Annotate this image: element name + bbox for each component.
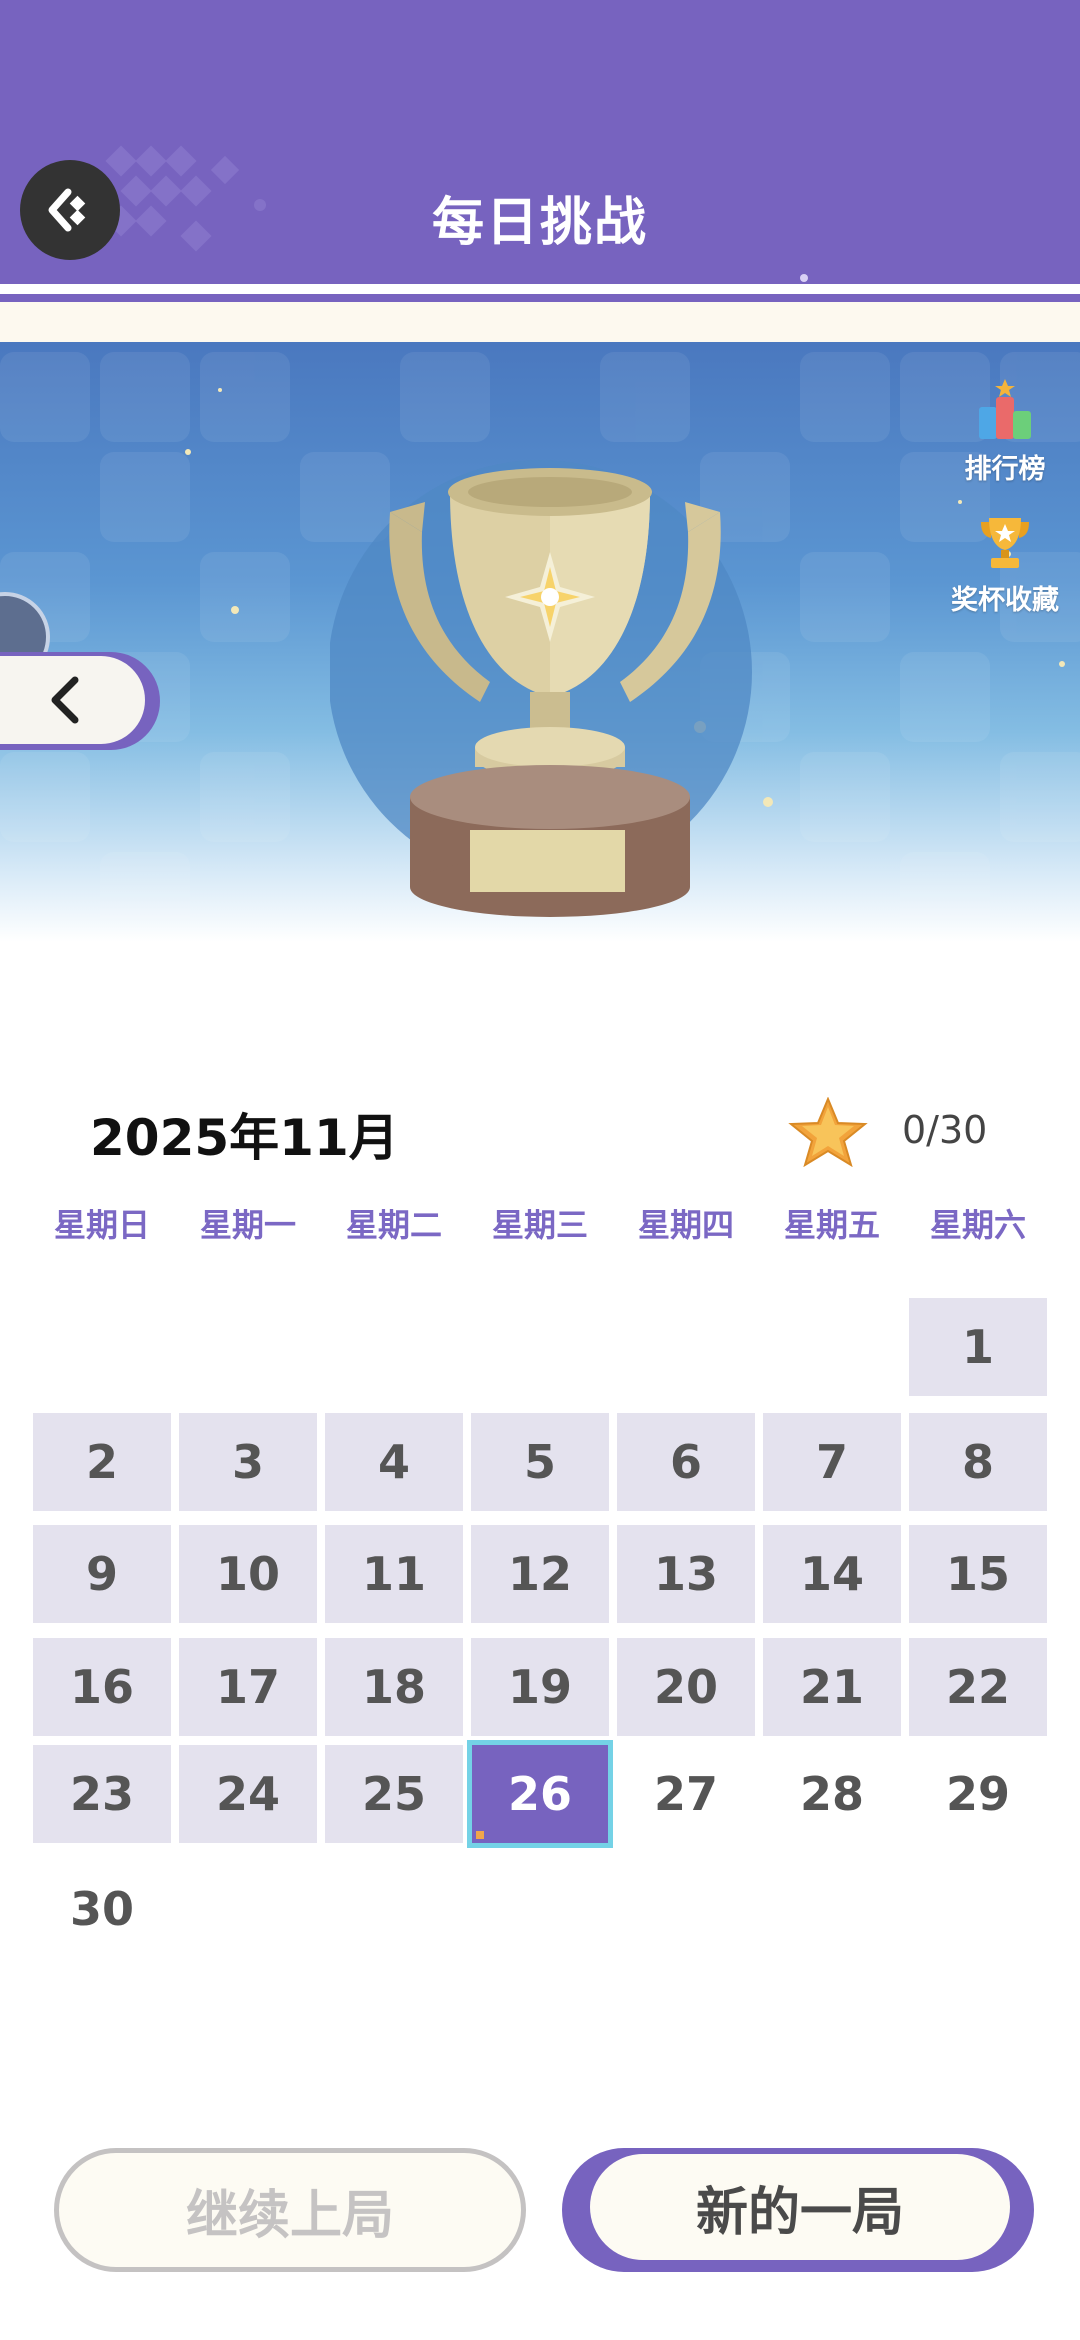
weekday-mon: 星期一 [199, 1206, 296, 1244]
chevron-left-icon [51, 676, 79, 724]
calendar-day[interactable]: 28 [763, 1745, 901, 1843]
weekday-wed: 星期三 [491, 1206, 588, 1244]
page-title: 每日挑战 [431, 193, 648, 253]
trophy-collection-label: 奖杯收藏 [951, 585, 1059, 616]
header-dot [800, 274, 808, 282]
calendar-day[interactable]: 13 [617, 1525, 755, 1623]
header-divider-accent [0, 294, 1080, 302]
calendar-day[interactable]: 14 [763, 1525, 901, 1623]
leaderboard-label: 排行榜 [964, 454, 1046, 485]
calendar-day[interactable]: 24 [179, 1745, 317, 1843]
calendar-day[interactable]: 17 [179, 1638, 317, 1736]
trophy-gold-icon [981, 518, 1029, 568]
trophy-banner: 排行榜 奖杯收藏 [0, 342, 1080, 942]
calendar-day[interactable]: 21 [763, 1638, 901, 1736]
star-icon [788, 1097, 868, 1167]
weekday-sun: 星期日 [53, 1206, 150, 1244]
leaderboard-icon [979, 379, 1031, 439]
trophy-illustration [330, 460, 752, 917]
calendar-day[interactable]: 29 [909, 1745, 1047, 1843]
continue-game-button[interactable]: 继续上局 [54, 2148, 526, 2272]
calendar-day[interactable]: 6 [617, 1413, 755, 1511]
prev-month-button-face [0, 656, 145, 744]
calendar-day[interactable]: 18 [325, 1638, 463, 1736]
trophy-collection-button[interactable]: 奖杯收藏 [940, 512, 1070, 617]
star-progress: 0/30 [902, 1108, 988, 1152]
calendar-day[interactable]: 19 [471, 1638, 609, 1736]
calendar-day[interactable]: 12 [471, 1525, 609, 1623]
calendar-day[interactable]: 15 [909, 1525, 1047, 1623]
calendar-day[interactable]: 30 [33, 1860, 171, 1958]
calendar-day[interactable]: 22 [909, 1638, 1047, 1736]
calendar-day[interactable]: 9 [33, 1525, 171, 1623]
calendar-day[interactable]: 23 [33, 1745, 171, 1843]
leaderboard-button[interactable]: 排行榜 [940, 377, 1070, 486]
month-title: 2025年11月 [90, 1109, 399, 1167]
calendar-day[interactable]: 7 [763, 1413, 901, 1511]
calendar-day[interactable]: 2 [33, 1413, 171, 1511]
weekday-thu: 星期四 [637, 1206, 734, 1244]
calendar-day-today[interactable]: 26 [467, 1740, 613, 1848]
calendar-day[interactable]: 8 [909, 1413, 1047, 1511]
new-game-button[interactable]: 新的一局 [562, 2148, 1034, 2272]
calendar-day[interactable]: 11 [325, 1525, 463, 1623]
calendar-day[interactable]: 3 [179, 1413, 317, 1511]
weekday-fri: 星期五 [783, 1206, 880, 1244]
calendar-day[interactable]: 20 [617, 1638, 755, 1736]
weekday-sat: 星期六 [929, 1206, 1026, 1244]
calendar-day[interactable]: 16 [33, 1638, 171, 1736]
calendar-day[interactable]: 5 [471, 1413, 609, 1511]
calendar-day[interactable]: 4 [325, 1413, 463, 1511]
header-cream-strip [0, 302, 1080, 342]
prev-month-button[interactable] [0, 652, 160, 750]
weekday-tue: 星期二 [345, 1206, 442, 1244]
new-game-label: 新的一局 [590, 2154, 1010, 2260]
calendar-day[interactable]: 10 [179, 1525, 317, 1623]
calendar-day[interactable]: 25 [325, 1745, 463, 1843]
calendar-day[interactable]: 1 [909, 1298, 1047, 1396]
calendar-day[interactable]: 27 [617, 1745, 755, 1843]
